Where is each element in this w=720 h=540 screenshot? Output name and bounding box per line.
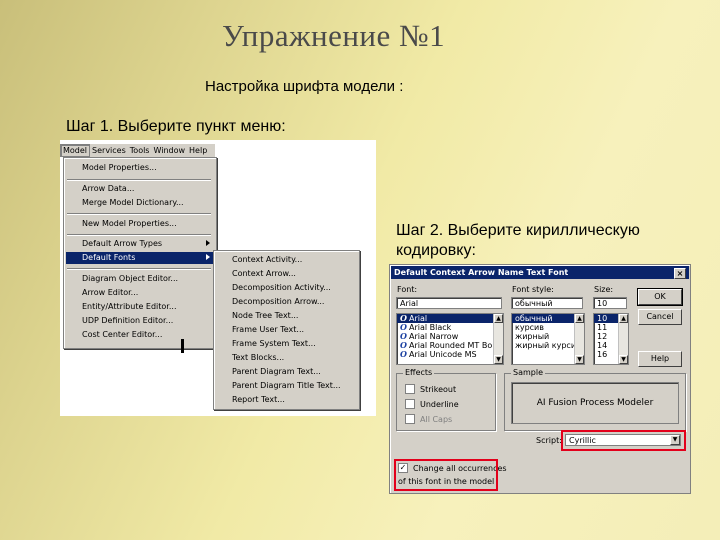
ok-button[interactable]: OK [637,288,683,306]
menu-item-merge-dictionary[interactable]: Merge Model Dictionary... [66,197,214,209]
change-all-highlight-callout [394,459,498,491]
scroll-up-icon[interactable]: ▲ [575,314,584,323]
menu-separator [67,234,211,236]
effects-group-label: Effects [403,368,435,378]
submenu-item-context-activity[interactable]: Context Activity... [216,254,356,266]
submenu-arrow-icon [206,254,210,260]
menu-screenshot: Model Services Tools Window Help Model P… [60,140,376,416]
menu-item-label: Default Fonts [82,253,136,262]
font-style-list[interactable]: обычный курсив жирный жирный курсив ▲ ▼ [511,313,585,365]
font-style-input[interactable]: обычный [511,297,583,309]
scroll-up-icon[interactable]: ▲ [619,314,628,323]
background-fragment [181,339,184,353]
submenu-item-frame-system-text[interactable]: Frame System Text... [216,338,356,350]
script-label: Script: [536,436,562,445]
font-style-label: Font style: [512,285,554,294]
menu-item-udp-definition-editor[interactable]: UDP Definition Editor... [66,315,214,327]
list-item[interactable]: O Arial Rounded MT Bol [397,341,503,351]
submenu-arrow-icon [206,240,210,246]
font-list-item-label: Arial Unicode MS [409,350,477,359]
underline-checkbox[interactable]: Underline [405,398,459,410]
step2-instruction: Шаг 2. Выберите кириллическую кодировку: [396,222,640,259]
font-dialog: Default Context Arrow Name Text Font × F… [389,264,691,494]
submenu-item-context-arrow[interactable]: Context Arrow... [216,268,356,280]
menu-bar: Model Services Tools Window Help [60,144,215,157]
checkbox-box[interactable] [405,398,415,409]
sample-group: Sample AI Fusion Process Modeler [504,368,686,431]
list-item[interactable]: O Arial Narrow [397,332,503,342]
effects-group: Effects Strikeout Underline All Caps [396,368,496,431]
scroll-down-icon[interactable]: ▼ [619,355,628,364]
font-list-item-label: Arial Rounded MT Bol [409,341,495,350]
menu-separator [67,268,211,270]
style-list-scrollbar[interactable]: ▲ ▼ [574,314,584,364]
underline-label: Underline [420,400,459,409]
menu-item-arrow-editor[interactable]: Arrow Editor... [66,287,214,299]
slide-title: Упражнение №1 [222,18,446,53]
menu-item-cost-center-editor[interactable]: Cost Center Editor... [66,329,214,341]
list-item[interactable]: O Arial Unicode MS [397,349,503,360]
font-list-scrollbar[interactable]: ▲ ▼ [493,314,503,364]
submenu-item-text-blocks[interactable]: Text Blocks... [216,352,356,364]
menu-item-diagram-object-editor[interactable]: Diagram Object Editor... [66,273,214,285]
menu-item-model-properties[interactable]: Model Properties... [66,162,214,174]
strikeout-label: Strikeout [420,385,457,394]
truetype-icon: O [400,349,407,359]
size-list-scrollbar[interactable]: ▲ ▼ [618,314,628,364]
menu-item-entity-attribute-editor[interactable]: Entity/Attribute Editor... [66,301,214,313]
submenu-item-parent-diagram-text[interactable]: Parent Diagram Text... [216,366,356,378]
step1-instruction: Шаг 1. Выберите пункт меню: [66,118,286,135]
menu-item-new-model-properties[interactable]: New Model Properties... [66,218,214,230]
strikeout-checkbox[interactable]: Strikeout [405,383,457,395]
menu-item-default-fonts[interactable]: Default Fonts [66,252,214,264]
all-caps-label: All Caps [420,415,453,424]
font-list-item-label: Arial Black [409,323,452,332]
menu-separator [67,179,211,181]
default-fonts-submenu: Context Activity... Context Arrow... Dec… [213,250,360,410]
checkbox-box[interactable] [405,383,415,394]
scroll-down-icon[interactable]: ▼ [494,355,503,364]
submenu-item-report-text[interactable]: Report Text... [216,394,356,406]
sample-preview: AI Fusion Process Modeler [511,382,679,424]
cancel-button[interactable]: Cancel [638,309,682,325]
all-caps-checkbox[interactable]: All Caps [405,413,453,425]
menu-tools[interactable]: Tools [128,145,152,156]
size-input[interactable]: 10 [593,297,627,309]
font-list[interactable]: O Arial O Arial Black O Arial Narrow O Arial… [396,313,504,365]
menu-services[interactable]: Services [90,145,128,156]
menu-help[interactable]: Help [187,145,209,156]
menu-item-default-arrow-types[interactable]: Default Arrow Types [66,238,214,250]
menu-separator [67,213,211,215]
dialog-title: Default Context Arrow Name Text Font [394,268,569,277]
size-list[interactable]: 10 11 12 14 16 ▲ ▼ [593,313,629,365]
submenu-item-frame-user-text[interactable]: Frame User Text... [216,324,356,336]
menu-item-arrow-data[interactable]: Arrow Data... [66,183,214,195]
submenu-item-node-tree-text[interactable]: Node Tree Text... [216,310,356,322]
close-icon[interactable]: × [674,268,686,279]
size-label: Size: [594,285,614,294]
menu-model[interactable]: Model [60,144,91,157]
checkbox-box[interactable] [405,413,415,424]
font-list-item-label: Arial [409,314,428,323]
submenu-item-parent-diagram-title-text[interactable]: Parent Diagram Title Text... [216,380,356,392]
scroll-down-icon[interactable]: ▼ [575,355,584,364]
dialog-title-bar: Default Context Arrow Name Text Font × [391,266,689,279]
list-item[interactable]: O Arial [397,314,503,323]
help-button[interactable]: Help [638,351,682,367]
font-name-input[interactable]: Arial [396,297,502,309]
font-list-item-label: Arial Narrow [409,332,459,341]
sample-group-label: Sample [511,368,545,378]
list-item[interactable]: O Arial Black [397,323,503,333]
menu-window[interactable]: Window [151,145,187,156]
submenu-item-decomposition-arrow[interactable]: Decomposition Arrow... [216,296,356,308]
menu-item-label: Default Arrow Types [82,239,163,248]
slide-subtitle: Настройка шрифта модели : [205,78,404,95]
scroll-up-icon[interactable]: ▲ [494,314,503,323]
font-label: Font: [397,285,418,294]
submenu-item-decomposition-activity[interactable]: Decomposition Activity... [216,282,356,294]
script-highlight-callout [561,430,686,451]
model-menu: Model Properties... Arrow Data... Merge … [63,157,217,349]
